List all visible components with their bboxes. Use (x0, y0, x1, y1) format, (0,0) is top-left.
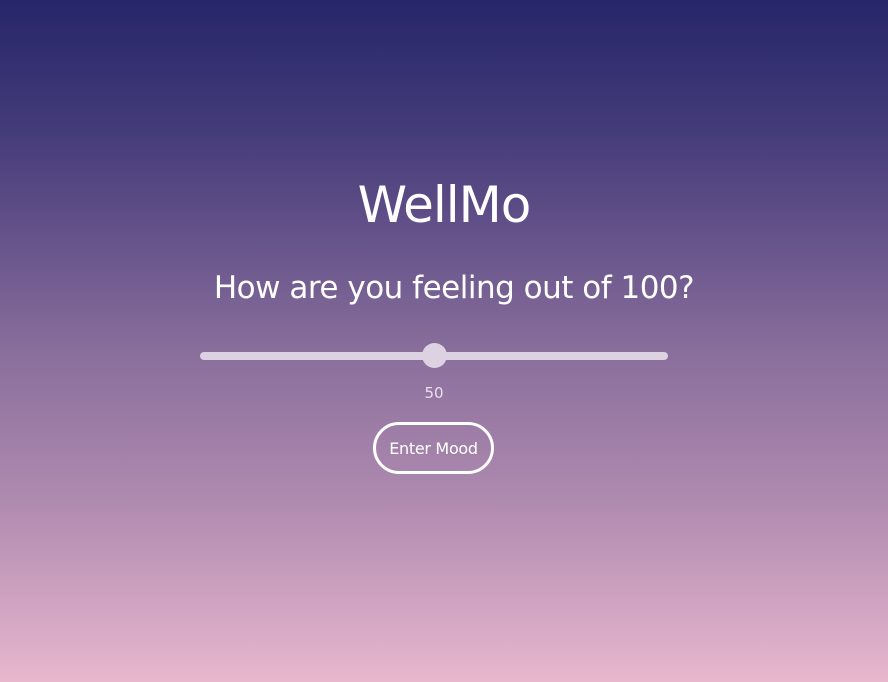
app-title: WellMo (357, 176, 532, 234)
slider-thumb[interactable] (421, 343, 447, 368)
mood-question: How are you feeling out of 100? (213, 270, 695, 306)
enter-mood-button[interactable]: Enter Mood (373, 422, 494, 474)
mood-value: 50 (424, 384, 444, 402)
mood-slider[interactable] (200, 342, 668, 370)
